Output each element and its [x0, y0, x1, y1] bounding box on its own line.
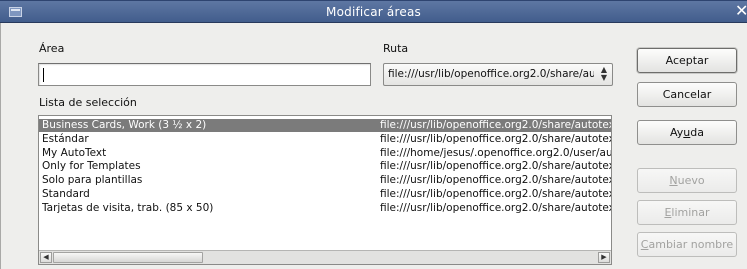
rename-button[interactable]: Cambiar nombre — [637, 232, 737, 257]
close-icon[interactable]: ✕ — [735, 2, 747, 20]
updown-arrows-icon: ▲ ▼ — [600, 65, 608, 82]
horizontal-scrollbar[interactable]: ◀ ▶ — [39, 250, 611, 264]
scrollbar-thumb[interactable] — [53, 252, 203, 263]
list-item[interactable]: Business Cards, Work (3 ½ x 2) file:///us… — [39, 119, 611, 132]
new-button[interactable]: Nuevo — [637, 168, 737, 193]
list-item[interactable]: Tarjetas de visita, trab. (85 x 50) file:… — [39, 202, 611, 215]
list-item[interactable]: Estándar file:///usr/lib/openoffice.org2.… — [39, 133, 611, 146]
selection-list-label: Lista de selección — [39, 96, 137, 109]
list-item-name: My AutoText — [42, 146, 107, 159]
list-item-path: file:///usr/lib/openoffice.org2.0/share/… — [380, 201, 612, 214]
rename-label-post: ambiar nombre — [648, 238, 734, 251]
list-item-name: Standard — [42, 188, 90, 200]
list-item[interactable]: Only for Templates file:///usr/lib/openof… — [39, 160, 611, 173]
accept-button[interactable]: Aceptar — [637, 48, 737, 73]
list-item-name: Tarjetas de visita, trab. (85 x 50) — [42, 201, 214, 214]
help-button[interactable]: Ayuda — [637, 120, 737, 145]
new-mnemonic: N — [669, 174, 678, 187]
new-label-post: uevo — [677, 174, 705, 187]
path-label: Ruta — [383, 42, 409, 55]
scroll-right-icon[interactable]: ▶ — [598, 252, 610, 263]
path-dropdown[interactable]: file:///usr/lib/openoffice.org2.0/share/… — [383, 63, 613, 86]
list-item-path: file:///usr/lib/openoffice.org2.0/share/… — [380, 119, 612, 131]
list-item-name: Business Cards, Work (3 ½ x 2) — [42, 119, 207, 131]
delete-label-post: liminar — [671, 206, 710, 219]
dialog-body: Área Ruta file:///usr/lib/openoffice.org… — [0, 23, 747, 269]
path-dropdown-value: file:///usr/lib/openoffice.org2.0/share/… — [388, 68, 594, 80]
modify-areas-dialog: Modificar áreas ✕ Área Ruta file:///usr/… — [0, 0, 747, 269]
area-name-input[interactable] — [38, 63, 371, 86]
list-item-path: file:///usr/lib/openoffice.org2.0/share/… — [380, 160, 612, 173]
list-item[interactable]: My AutoText file:///home/jesus/.openoffic… — [39, 147, 611, 160]
selection-list[interactable]: Business Cards, Work (3 ½ x 2) file:///us… — [38, 115, 612, 265]
list-item-path: file:///usr/lib/openoffice.org2.0/share/… — [380, 174, 612, 187]
title-bar[interactable]: Modificar áreas ✕ — [0, 0, 747, 23]
delete-button[interactable]: Eliminar — [637, 200, 737, 225]
scroll-left-icon[interactable]: ◀ — [40, 252, 52, 263]
list-item-path: file:///usr/lib/openoffice.org2.0/share/… — [380, 188, 612, 200]
list-item[interactable]: Solo para plantillas file:///usr/lib/open… — [39, 174, 611, 187]
help-label-pre: Ay — [669, 126, 684, 139]
list-item-name: Only for Templates — [42, 160, 141, 173]
list-item-path: file:///usr/lib/openoffice.org2.0/share/… — [380, 132, 612, 145]
list-item-name: Estándar — [42, 132, 89, 145]
window-title: Modificar áreas — [326, 5, 421, 19]
area-label: Área — [39, 42, 65, 55]
list-item-name: Solo para plantillas — [42, 174, 143, 187]
cancel-button[interactable]: Cancelar — [637, 82, 737, 107]
text-caret — [43, 68, 44, 82]
list-item-path: file:///home/jesus/.openoffice.org2.0/us… — [380, 146, 612, 159]
list-item[interactable]: Standard file:///usr/lib/openoffice.org2.… — [39, 188, 611, 201]
help-label-post: da — [690, 126, 704, 139]
